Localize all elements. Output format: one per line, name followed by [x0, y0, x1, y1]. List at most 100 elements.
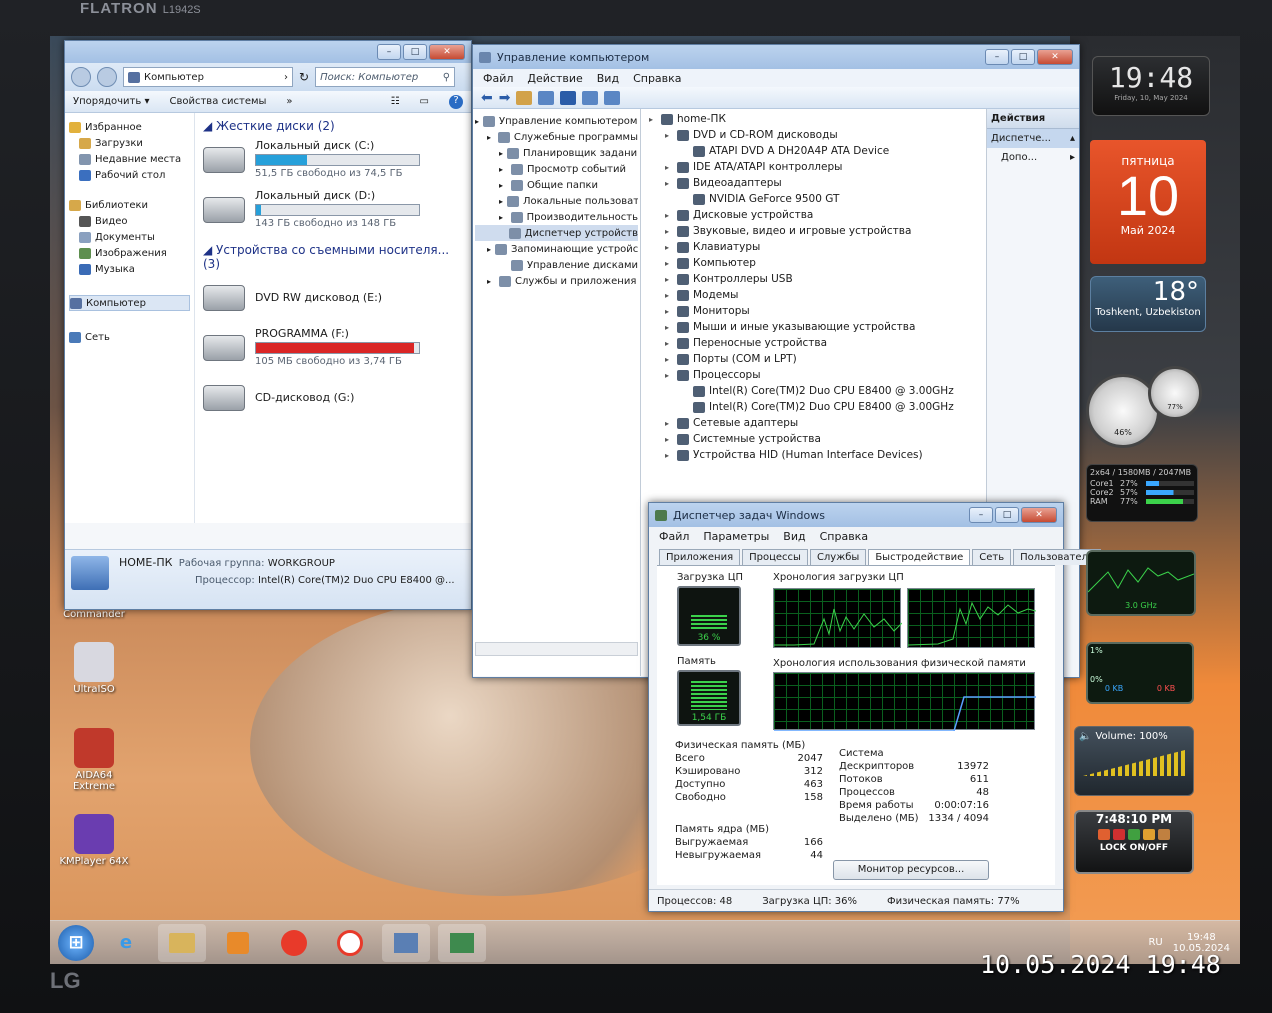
hdd-group-header[interactable]: ◢ Жесткие диски (2): [203, 119, 463, 133]
console-tree-item[interactable]: ▸ Производительность: [475, 209, 638, 225]
device-tree-item[interactable]: ▸ Устройства HID (Human Interface Devices…: [645, 447, 982, 463]
refresh-button[interactable]: ↻: [299, 70, 309, 84]
device-tree-item[interactable]: Intel(R) Core(TM)2 Duo CPU E8400 @ 3.00G…: [645, 399, 982, 415]
nav-images[interactable]: Изображения: [69, 245, 190, 261]
search-input[interactable]: Поиск: Компьютер ⚲: [315, 67, 456, 87]
device-tree-item[interactable]: ▸ Видеоадаптеры: [645, 175, 982, 191]
device-tree-item[interactable]: ATAPI DVD A DH20A4P ATA Device: [645, 143, 982, 159]
device-tree-item[interactable]: ▸ Порты (COM и LPT): [645, 351, 982, 367]
expand-arrow-icon[interactable]: ▸: [487, 133, 494, 142]
removable-drive-item[interactable]: CD-дисковод (G:): [203, 377, 463, 427]
maximize-button[interactable]: □: [995, 507, 1019, 523]
device-tree-item[interactable]: ▸ Дисковые устройства: [645, 207, 982, 223]
maximize-button[interactable]: □: [403, 44, 427, 60]
lock-gadget[interactable]: 7:48:10 PM LOCK ON/OFF: [1074, 810, 1194, 874]
back-button[interactable]: [71, 67, 91, 87]
close-button[interactable]: ✕: [1021, 507, 1057, 523]
console-tree-item[interactable]: ▸ Просмотр событий: [475, 161, 638, 177]
yandex-browser-taskbar-button[interactable]: [326, 924, 374, 962]
expand-arrow-icon[interactable]: ▸: [499, 213, 507, 222]
nav-favorites[interactable]: Избранное: [69, 119, 190, 135]
start-button[interactable]: ⊞: [58, 924, 94, 961]
resource-monitor-button[interactable]: Монитор ресурсов...: [833, 860, 989, 880]
desktop-icon-2[interactable]: AIDA64 Extreme: [54, 728, 134, 792]
yandex-taskbar-button[interactable]: [270, 924, 318, 962]
console-tree-item[interactable]: ▸ Запоминающие устройст: [475, 241, 638, 257]
tab-0[interactable]: Приложения: [659, 549, 741, 565]
removable-drive-item[interactable]: PROGRAMMA (F:) 105 МБ свободно из 3,74 ГБ: [203, 327, 463, 377]
expand-arrow-icon[interactable]: ▸: [487, 277, 495, 286]
nav-documents[interactable]: Документы: [69, 229, 190, 245]
tab-2[interactable]: Службы: [809, 549, 867, 565]
home-icon[interactable]: [1158, 829, 1170, 840]
device-tree-item[interactable]: ▸ Клавиатуры: [645, 239, 982, 255]
removable-drive-item[interactable]: DVD RW дисковод (E:): [203, 277, 463, 327]
device-tree-item[interactable]: ▸ Звуковые, видео и игровые устройства: [645, 223, 982, 239]
expand-arrow-icon[interactable]: ▸: [475, 117, 479, 126]
address-bar[interactable]: Компьютер ›: [123, 67, 293, 87]
expand-arrow-icon[interactable]: ▸: [499, 165, 507, 174]
expand-arrow-icon[interactable]: ▸: [665, 339, 673, 348]
horizontal-scrollbar[interactable]: [475, 642, 638, 656]
removable-group-header[interactable]: ◢ Устройства со съемными носителя... (3): [203, 243, 463, 271]
device-tree-item[interactable]: ▸ home-ПК: [645, 111, 982, 127]
network-gadget[interactable]: 1% 0% 0 KB 0 KB: [1086, 642, 1194, 704]
explorer-window[interactable]: – □ ✕ Компьютер › ↻ Поиск: Компьютер ⚲ Упоря…: [64, 40, 472, 610]
expand-arrow-icon[interactable]: ▸: [665, 163, 673, 172]
tab-1[interactable]: Процессы: [742, 549, 808, 565]
menu-item[interactable]: Параметры: [703, 530, 769, 543]
help-icon[interactable]: ?: [449, 94, 463, 109]
console-tree-item[interactable]: ▸ Общие папки: [475, 177, 638, 193]
volume-bars[interactable]: [1083, 750, 1185, 776]
weather-gadget[interactable]: 18° Toshkent, Uzbekiston: [1090, 276, 1206, 332]
desktop-icon-1[interactable]: UltraISO: [54, 642, 134, 695]
expand-arrow-icon[interactable]: ▸: [499, 197, 503, 206]
expand-arrow-icon[interactable]: ▸: [665, 323, 673, 332]
computer-management-taskbar-button[interactable]: [382, 923, 430, 962]
expand-arrow-icon[interactable]: ▸: [665, 243, 673, 252]
close-button[interactable]: ✕: [1037, 49, 1073, 65]
expand-arrow-icon[interactable]: ▸: [665, 451, 673, 460]
volume-gadget[interactable]: 🔈 Volume: 100%: [1074, 726, 1194, 796]
menu-item[interactable]: Действие: [527, 72, 582, 85]
media-player-taskbar-button[interactable]: [214, 924, 262, 962]
forward-arrow-icon[interactable]: ➡: [499, 90, 511, 106]
expand-arrow-icon[interactable]: ▸: [665, 131, 673, 140]
cpu-frequency-gadget[interactable]: 3.0 GHz: [1086, 550, 1196, 616]
nav-desktop[interactable]: Рабочий стол: [69, 167, 190, 183]
expand-arrow-icon[interactable]: ▸: [665, 355, 673, 364]
explorer-taskbar-button[interactable]: [158, 923, 206, 962]
desktop-icon-3[interactable]: KMPlayer 64X: [54, 814, 134, 867]
console-tree-item[interactable]: Диспетчер устройств: [475, 225, 638, 241]
tab-4[interactable]: Сеть: [972, 549, 1012, 565]
device-tree-item[interactable]: ▸ Переносные устройства: [645, 335, 982, 351]
device-tree-item[interactable]: ▸ Процессоры: [645, 367, 982, 383]
nav-video[interactable]: Видео: [69, 213, 190, 229]
task-manager-window[interactable]: Диспетчер задач Windows – □ ✕ Файл Параметр…: [648, 502, 1102, 912]
ram-gauge-gadget[interactable]: 77%: [1148, 366, 1202, 420]
console-tree-item[interactable]: ▸ Планировщик заданий: [475, 145, 638, 161]
expand-arrow-icon[interactable]: ▸: [487, 245, 491, 254]
expand-arrow-icon[interactable]: ▸: [665, 419, 673, 428]
tray-time[interactable]: 19:48: [1173, 932, 1230, 943]
minimize-button[interactable]: –: [969, 507, 993, 523]
settings-icon[interactable]: [1128, 829, 1140, 840]
expand-arrow-icon[interactable]: ▸: [665, 435, 673, 444]
nav-recent[interactable]: Недавние места: [69, 151, 190, 167]
console-tree-icon[interactable]: [538, 90, 555, 105]
tab-3[interactable]: Быстродействие: [868, 549, 971, 565]
device-tree-item[interactable]: Intel(R) Core(TM)2 Duo CPU E8400 @ 3.00G…: [645, 383, 982, 399]
device-tree-item[interactable]: ▸ Мыши и иные указывающие устройства: [645, 319, 982, 335]
clock-gadget[interactable]: 19:48 Friday, 10, May 2024: [1092, 56, 1210, 116]
system-properties-button[interactable]: Свойства системы: [169, 96, 266, 107]
device-tree-item[interactable]: ▸ IDE ATA/ATAPI контроллеры: [645, 159, 982, 175]
expand-arrow-icon[interactable]: ▸: [665, 275, 673, 284]
up-folder-icon[interactable]: [516, 90, 533, 105]
device-tree-item[interactable]: ▸ Компьютер: [645, 255, 982, 271]
device-tree-item[interactable]: ▸ Сетевые адаптеры: [645, 415, 982, 431]
expand-arrow-icon[interactable]: ▸: [665, 179, 673, 188]
expand-arrow-icon[interactable]: ▸: [649, 115, 657, 124]
menu-item[interactable]: Вид: [597, 72, 619, 85]
menu-item[interactable]: Вид: [783, 530, 805, 543]
minimize-button[interactable]: –: [377, 44, 401, 60]
